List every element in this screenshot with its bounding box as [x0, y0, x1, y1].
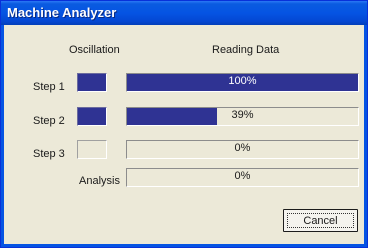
window-frame-bottom: [1, 244, 367, 247]
step-3-progress-bar: 0%: [126, 140, 359, 159]
reading-data-header: Reading Data: [212, 44, 280, 56]
step-2-progress-text: 39%: [231, 109, 254, 121]
window-title[interactable]: Machine Analyzer: [1, 1, 367, 25]
step-1-label: Step 1: [33, 81, 65, 93]
analysis-label: Analysis: [79, 175, 120, 187]
step-1-oscillation-indicator: [77, 73, 107, 92]
step-3-oscillation-indicator: [77, 140, 107, 159]
cancel-button-label: Cancel: [287, 213, 354, 228]
step-1-progress-bar: 100%: [126, 73, 359, 92]
analysis-progress-text: 0%: [234, 170, 251, 182]
machine-analyzer-dialog: Machine Analyzer Oscillation Reading Dat…: [0, 0, 368, 248]
step-3-progress-text: 0%: [234, 142, 251, 154]
step-2-progress-bar: 39%: [126, 107, 359, 126]
step-2-label: Step 2: [33, 115, 65, 127]
window-frame-right: [364, 25, 367, 247]
cancel-button[interactable]: Cancel: [283, 209, 358, 232]
window-frame-left: [1, 25, 4, 247]
oscillation-header: Oscillation: [69, 44, 120, 56]
step-2-oscillation-indicator: [77, 107, 107, 126]
step-3-label: Step 3: [33, 148, 65, 160]
analysis-progress-bar: 0%: [126, 168, 359, 187]
step-1-progress-text: 100%: [228, 75, 257, 87]
